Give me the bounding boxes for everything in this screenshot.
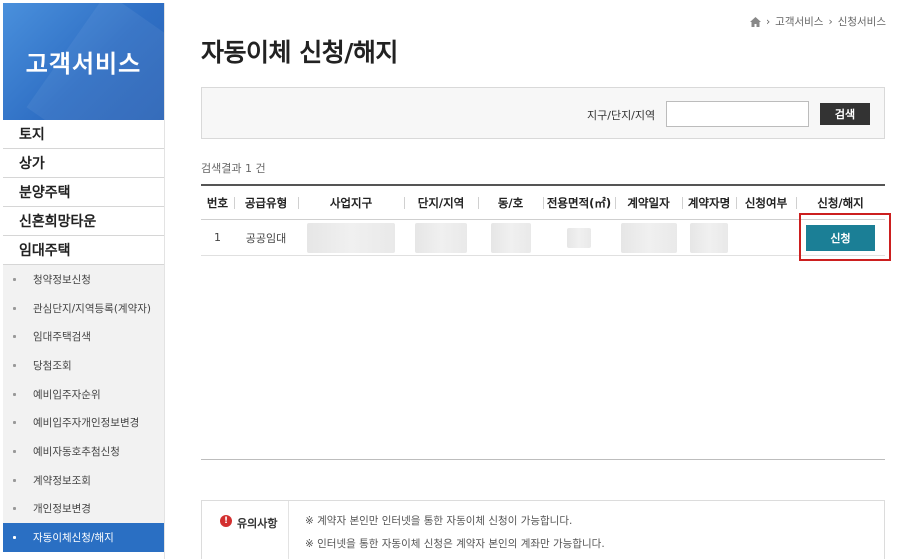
column-header: 신청/해지 bbox=[796, 195, 885, 211]
column-header: 사업지구 bbox=[298, 195, 404, 211]
table-row: 1 공공임대 신청 bbox=[201, 220, 885, 256]
apply-button[interactable]: 신청 bbox=[806, 224, 875, 251]
bullet-icon bbox=[13, 421, 16, 425]
cell-area-redacted bbox=[543, 227, 615, 248]
submenu-item-winner-check[interactable]: 당첨조회 bbox=[3, 351, 164, 380]
submenu-item-unit-lottery[interactable]: 예비자동호추첨신청 bbox=[3, 437, 164, 466]
bullet-icon bbox=[13, 507, 16, 511]
home-icon[interactable] bbox=[749, 16, 761, 27]
search-button[interactable]: 검색 bbox=[820, 103, 870, 125]
page-title: 자동이체 신청/해지 bbox=[201, 38, 398, 67]
cell-number: 1 bbox=[214, 231, 221, 244]
column-header: 동/호 bbox=[478, 195, 543, 211]
submenu-item-auto-transfer[interactable]: 자동이체신청/해지 bbox=[3, 523, 164, 552]
notice-panel: ! 유의사항 ※ 계약자 본인만 인터넷을 통한 자동이체 신청이 가능합니다.… bbox=[201, 500, 885, 559]
alert-icon: ! bbox=[220, 515, 232, 527]
submenu-item-subscription-info[interactable]: 청약정보신청 bbox=[3, 265, 164, 294]
results-table: 번호 공급유형 사업지구 단지/지역 동/호 전용면적(㎡) 계약일자 계약자명… bbox=[201, 184, 885, 256]
sidebar-item-rental-housing[interactable]: 임대주택 bbox=[3, 236, 164, 265]
cell-supply-type: 공공임대 bbox=[245, 231, 287, 245]
search-label: 지구/단지/지역 bbox=[587, 109, 656, 122]
bullet-icon bbox=[13, 277, 16, 281]
sidebar: 고객서비스 토지 상가 분양주택 신혼희망타운 임대주택 청약정보신청 관심단지… bbox=[3, 3, 165, 559]
cell-contract-date-redacted bbox=[615, 222, 682, 253]
notice-title: ! 유의사항 bbox=[202, 501, 288, 559]
breadcrumb-item[interactable]: 고객서비스 bbox=[775, 14, 823, 29]
bullet-icon bbox=[13, 306, 16, 310]
main-content: › 고객서비스 › 신청서비스 자동이체 신청/해지 지구/단지/지역 검색 검… bbox=[180, 0, 900, 559]
sidebar-item-commercial[interactable]: 상가 bbox=[3, 149, 164, 178]
sidebar-item-sale-housing[interactable]: 분양주택 bbox=[3, 178, 164, 207]
bullet-icon bbox=[13, 478, 16, 482]
search-panel: 지구/단지/지역 검색 bbox=[201, 87, 885, 139]
submenu-item-waitlist-rank[interactable]: 예비입주자순위 bbox=[3, 380, 164, 409]
cell-action: 신청 bbox=[796, 224, 885, 251]
sidebar-header: 고객서비스 bbox=[3, 3, 164, 120]
submenu-item-contract-info[interactable]: 계약정보조회 bbox=[3, 466, 164, 495]
breadcrumb-item[interactable]: 신청서비스 bbox=[838, 14, 886, 29]
cell-district-redacted bbox=[298, 222, 404, 253]
column-header: 공급유형 bbox=[234, 195, 298, 211]
cell-unit-redacted bbox=[478, 222, 543, 253]
submenu-item-rental-search[interactable]: 임대주택검색 bbox=[3, 322, 164, 351]
column-header: 단지/지역 bbox=[404, 195, 478, 211]
column-header: 번호 bbox=[206, 195, 229, 210]
search-input[interactable] bbox=[666, 101, 809, 127]
sidebar-item-newlywed-town[interactable]: 신혼희망타운 bbox=[3, 207, 164, 236]
table-header: 번호 공급유형 사업지구 단지/지역 동/호 전용면적(㎡) 계약일자 계약자명… bbox=[201, 184, 885, 220]
cell-complex-redacted bbox=[404, 222, 478, 253]
notice-line: ※ 인터넷을 통한 자동이체 신청은 계약자 본인의 계좌만 가능합니다. bbox=[305, 538, 605, 550]
notice-body: ※ 계약자 본인만 인터넷을 통한 자동이체 신청이 가능합니다. ※ 인터넷을… bbox=[288, 501, 884, 559]
sidebar-submenu: 청약정보신청 관심단지/지역등록(계약자) 임대주택검색 당첨조회 예비입주자순… bbox=[3, 265, 164, 552]
bullet-icon bbox=[13, 392, 16, 396]
bullet-icon bbox=[13, 449, 16, 453]
bullet-icon bbox=[13, 363, 16, 367]
submenu-item-personal-info[interactable]: 개인정보변경 bbox=[3, 495, 164, 524]
submenu-item-waitlist-info-change[interactable]: 예비입주자개인정보변경 bbox=[3, 408, 164, 437]
notice-line: ※ 계약자 본인만 인터넷을 통한 자동이체 신청이 가능합니다. bbox=[305, 515, 573, 527]
column-header: 전용면적(㎡) bbox=[543, 195, 615, 211]
submenu-item-interest-register[interactable]: 관심단지/지역등록(계약자) bbox=[3, 294, 164, 323]
bullet-icon bbox=[13, 536, 16, 540]
column-header: 계약일자 bbox=[615, 195, 682, 211]
column-header: 신청여부 bbox=[736, 195, 796, 211]
sidebar-item-land[interactable]: 토지 bbox=[3, 120, 164, 149]
chevron-right-icon: › bbox=[828, 15, 833, 28]
cell-contractor-redacted bbox=[682, 222, 736, 253]
bullet-icon bbox=[13, 335, 16, 339]
divider bbox=[201, 459, 885, 460]
sidebar-title: 고객서비스 bbox=[25, 50, 142, 78]
chevron-right-icon: › bbox=[765, 15, 771, 28]
column-header: 계약자명 bbox=[682, 195, 736, 211]
result-count: 검색결과 1 건 bbox=[201, 162, 266, 175]
breadcrumb: › 고객서비스 › 신청서비스 bbox=[749, 14, 886, 29]
